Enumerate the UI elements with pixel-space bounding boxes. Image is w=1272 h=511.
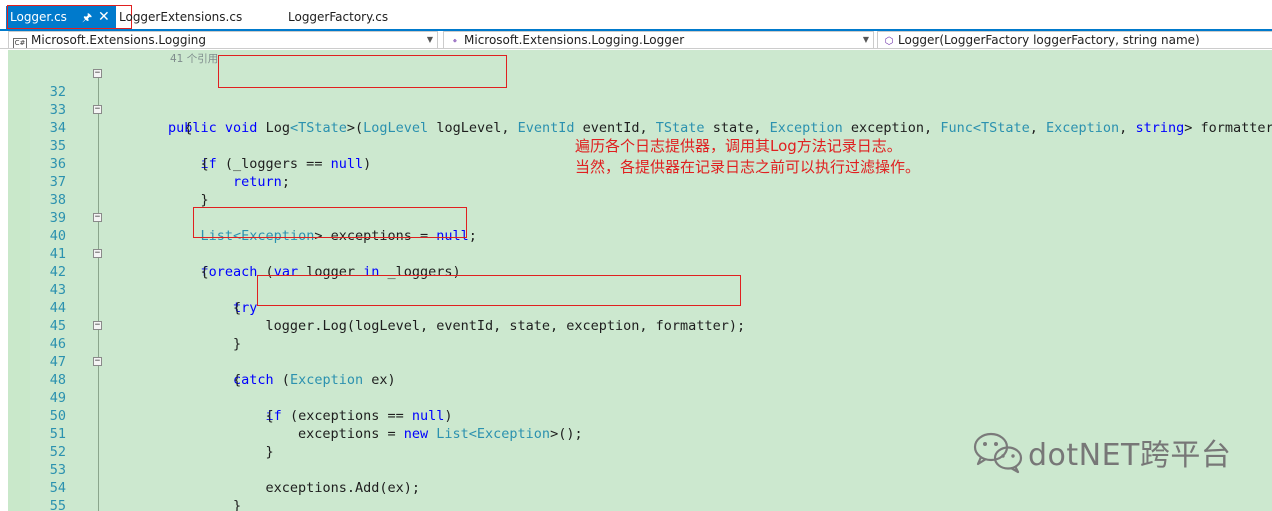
tab-logger-cs[interactable]: Logger.cs 🖈︎ ✕ xyxy=(6,5,132,29)
wechat-icon xyxy=(973,432,1023,474)
document-tab-strip: Logger.cs 🖈︎ ✕ LoggerExtensions.cs Logge… xyxy=(0,0,1272,31)
collapse-icon[interactable]: − xyxy=(93,357,102,366)
code-line: 35 { xyxy=(30,119,1272,172)
tab-logger-extensions-cs[interactable]: LoggerExtensions.cs xyxy=(119,6,242,29)
code-line: 50 exceptions = new List<Exception>(); xyxy=(30,389,1272,442)
code-line: 56 xyxy=(30,497,1272,511)
code-line: 44 logger.Log(logLevel, eventId, state, … xyxy=(30,281,1272,334)
chevron-down-icon: ▼ xyxy=(426,35,433,44)
code-line: 43 { xyxy=(30,263,1272,316)
code-line: 55 } xyxy=(30,479,1272,511)
collapse-icon[interactable]: − xyxy=(93,213,102,222)
navigation-bar: C# Microsoft.Extensions.Logging ▼ 🔸︎ Micro… xyxy=(0,31,1272,49)
code-line: 40 − foreach (var logger in _loggers) xyxy=(30,209,1272,281)
collapse-icon[interactable]: − xyxy=(93,69,102,78)
collapse-icon[interactable]: − xyxy=(93,105,102,114)
code-line: 45 } xyxy=(30,299,1272,352)
tab-label: Logger.cs xyxy=(10,10,67,24)
type-dropdown-label: Microsoft.Extensions.Logging.Logger xyxy=(464,33,685,47)
tab-logger-factory-cs[interactable]: LoggerFactory.cs xyxy=(288,6,388,29)
type-dropdown[interactable]: 🔸︎ Microsoft.Extensions.Logging.Logger ▼ xyxy=(443,31,874,49)
annotation-text: 遍历各个日志提供器，调用其Log方法记录日志。当然，各提供器在记录日志之前可以执… xyxy=(575,136,920,178)
code-line: 34 − if (_loggers == null) xyxy=(30,101,1272,173)
code-line: 46 − catch (Exception ex) xyxy=(30,317,1272,389)
member-dropdown[interactable]: ⬡ Logger(LoggerFactory loggerFactory, str… xyxy=(877,31,1272,49)
watermark: dotNET跨平台 xyxy=(970,430,1231,474)
chevron-down-icon: ▼ xyxy=(862,35,869,44)
collapse-icon[interactable]: − xyxy=(93,321,102,330)
code-line: 42 − try xyxy=(30,245,1272,317)
method-icon: ⬡ xyxy=(884,36,894,47)
project-dropdown[interactable]: C# Microsoft.Extensions.Logging ▼ xyxy=(8,31,438,49)
watermark-text: dotNET跨平台 xyxy=(1028,438,1232,473)
csharp-project-icon: C# xyxy=(13,38,27,48)
collapse-icon[interactable]: − xyxy=(93,249,102,258)
code-line: 49 { xyxy=(30,371,1272,424)
code-line: 39 List<Exception> exceptions = null; xyxy=(30,191,1272,244)
pin-icon[interactable]: 🖈︎ xyxy=(82,6,92,29)
annotation-line-2: 当然，各提供器在记录日志之前可以执行过滤操作。 xyxy=(575,158,921,176)
annotation-line-1: 遍历各个日志提供器，调用其Log方法记录日志。 xyxy=(575,137,902,155)
project-dropdown-label: Microsoft.Extensions.Logging xyxy=(31,33,207,47)
member-dropdown-label: Logger(LoggerFactory loggerFactory, stri… xyxy=(898,33,1200,47)
code-editor[interactable]: 41 个引用 32 − public void Log<TState>(LogL… xyxy=(0,50,1272,511)
code-line: 51 } xyxy=(30,407,1272,460)
code-line: 41 { xyxy=(30,227,1272,280)
code-line: 33 { xyxy=(30,83,1272,136)
code-line: 32 − public void Log<TState>(LogLevel lo… xyxy=(30,65,1272,137)
code-line: 48 − if (exceptions == null) xyxy=(30,353,1272,425)
close-icon[interactable]: ✕ xyxy=(98,6,110,29)
change-indicator-margin xyxy=(8,50,30,511)
code-line: 47 { xyxy=(30,335,1272,388)
editor-left-margin xyxy=(0,50,8,511)
class-icon: 🔸︎ xyxy=(448,36,462,47)
